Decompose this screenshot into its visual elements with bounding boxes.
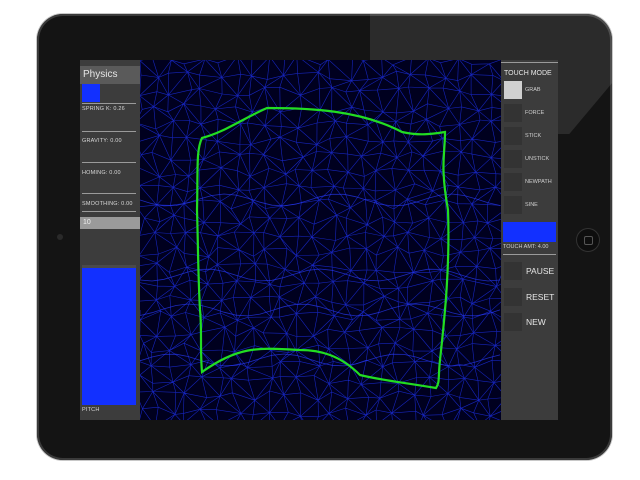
homing-label[interactable]: HOMING: 0.00	[82, 170, 138, 176]
pitch-label: PITCH	[82, 407, 100, 413]
pitch-slider[interactable]	[82, 265, 136, 405]
mesh-lines	[135, 60, 514, 420]
sine-mode-button[interactable]	[504, 196, 522, 214]
force-mode-button[interactable]	[504, 104, 522, 122]
app-screen: Physics SPRING K: 0.26 GRAVITY: 0.00 HOM…	[80, 60, 558, 420]
newpath-mode-button[interactable]	[504, 173, 522, 191]
touch-mode-panel: TOUCH MODE GRAB FORCE STICK UNSTICK NEWP…	[501, 60, 558, 420]
home-button[interactable]	[577, 229, 599, 251]
separator	[82, 131, 136, 132]
separator	[503, 254, 556, 255]
separator	[82, 103, 136, 104]
grab-mode-button[interactable]	[504, 81, 522, 99]
pause-label[interactable]: PAUSE	[526, 266, 554, 276]
unstick-mode-button[interactable]	[504, 150, 522, 168]
pause-button[interactable]	[504, 262, 522, 280]
pitch-value: 10	[80, 217, 140, 229]
touch-amount-slider[interactable]	[503, 222, 556, 242]
reset-button[interactable]	[504, 288, 522, 306]
gravity-label[interactable]: GRAVITY: 0.00	[82, 138, 138, 144]
stick-mode-label: STICK	[525, 133, 542, 139]
mesh-canvas[interactable]	[135, 60, 514, 420]
stick-mode-button[interactable]	[504, 127, 522, 145]
separator	[82, 162, 136, 163]
mesh-grid	[135, 60, 514, 420]
touch-mode-title: TOUCH MODE	[501, 66, 558, 82]
smoothing-label[interactable]: SMOOTHING: 0.00	[82, 201, 138, 207]
newpath-mode-label: NEWPATH	[525, 179, 552, 185]
separator	[501, 62, 558, 63]
spring-k-label[interactable]: SPRING K: 0.26	[82, 106, 138, 112]
physics-title: Physics	[80, 66, 140, 84]
unstick-mode-label: UNSTICK	[525, 156, 550, 162]
touch-amount-label: TOUCH AMT: 4.00	[503, 244, 549, 250]
pitch-slider-fill	[82, 268, 136, 405]
separator	[82, 193, 136, 194]
grab-mode-label: GRAB	[525, 87, 541, 93]
force-mode-label: FORCE	[525, 110, 545, 116]
color-swatch-button[interactable]	[82, 84, 100, 102]
new-button[interactable]	[504, 313, 522, 331]
separator	[82, 211, 136, 212]
sine-mode-label: SINE	[525, 202, 538, 208]
reset-label[interactable]: RESET	[526, 292, 554, 302]
camera	[57, 234, 63, 240]
physics-panel: Physics SPRING K: 0.26 GRAVITY: 0.00 HOM…	[80, 60, 140, 420]
new-label[interactable]: NEW	[526, 317, 546, 327]
mesh-viewport[interactable]	[135, 60, 514, 420]
